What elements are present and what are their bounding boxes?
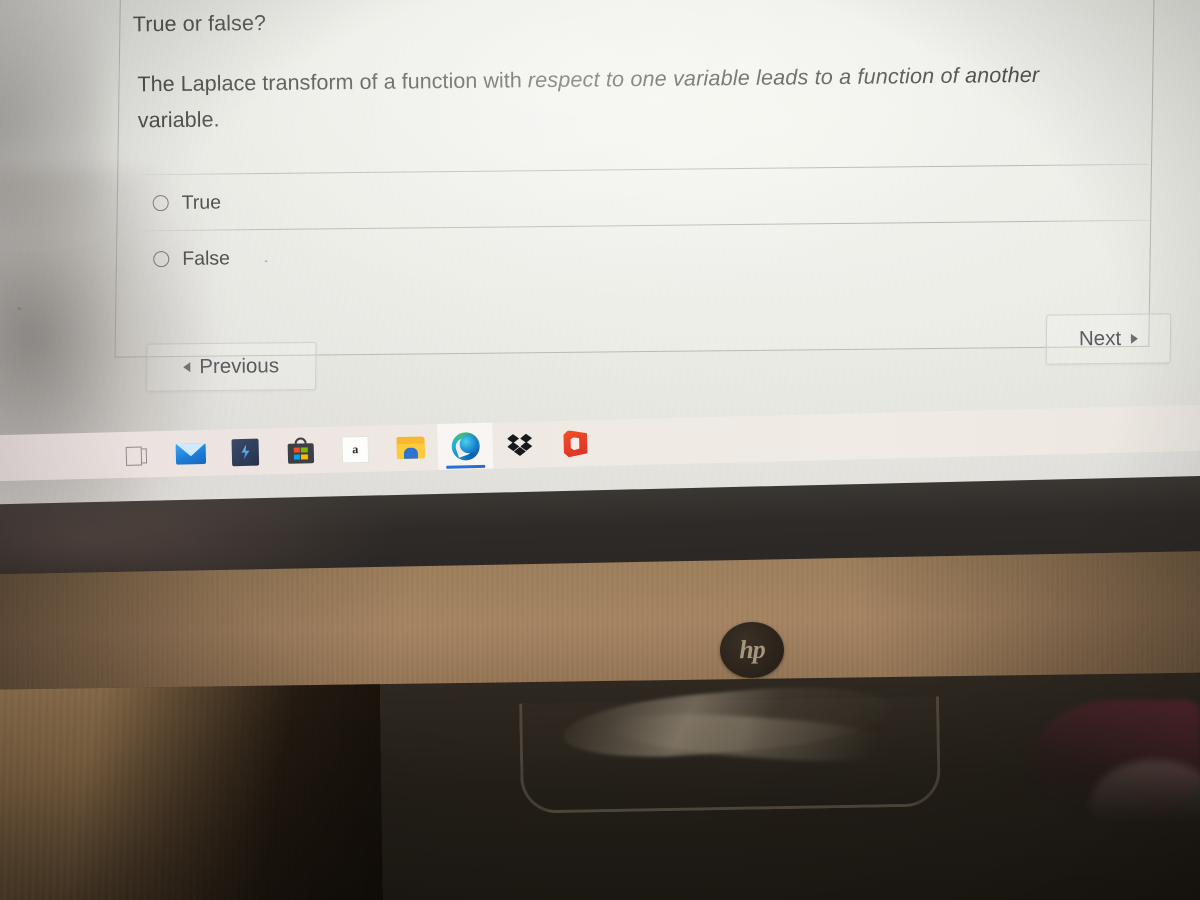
- task-view-icon[interactable]: [125, 446, 145, 464]
- screen-smudge-corner: [0, 0, 105, 232]
- monitor-screen: True or false? The Laplace transform of …: [0, 0, 1200, 592]
- triangle-left-icon: [183, 362, 191, 373]
- mail-icon[interactable]: [175, 442, 206, 465]
- wooden-panel: [0, 684, 384, 900]
- next-button[interactable]: Next: [1045, 313, 1172, 365]
- next-button-label: Next: [1079, 326, 1122, 351]
- option-label-true: True: [181, 190, 222, 214]
- taskbar-item-microsoft-edge[interactable]: [437, 422, 494, 471]
- taskbar-item-blue-app[interactable]: [217, 428, 273, 475]
- statement-part-2: respect to one variable leads to a funct…: [527, 62, 1040, 93]
- photo-of-monitor: True or false? The Laplace transform of …: [0, 0, 1200, 900]
- dust-speck: [17, 307, 22, 311]
- question-card: True or false? The Laplace transform of …: [114, 0, 1155, 358]
- option-separator-middle: [140, 219, 1149, 232]
- previous-button[interactable]: Previous: [146, 341, 317, 392]
- taskbar-item-task-view[interactable]: [107, 431, 163, 478]
- radio-false[interactable]: [153, 251, 170, 268]
- hp-logo-text: hp: [738, 634, 766, 665]
- option-row-false[interactable]: False: [153, 241, 230, 276]
- taskbar-item-file-explorer[interactable]: [382, 424, 438, 471]
- microsoft-edge-icon[interactable]: [450, 431, 480, 461]
- statement-part-1: The Laplace transform of a function with: [137, 68, 528, 97]
- microsoft-office-icon[interactable]: [563, 430, 588, 458]
- statement-part-3: variable.: [137, 107, 220, 133]
- taskbar-item-microsoft-store[interactable]: [272, 427, 328, 474]
- dropbox-icon[interactable]: [507, 433, 534, 458]
- taskbar-item-amazon[interactable]: a: [327, 425, 383, 472]
- previous-button-label: Previous: [199, 354, 280, 379]
- file-explorer-icon[interactable]: [395, 436, 425, 460]
- taskbar-item-dropbox[interactable]: [492, 421, 548, 468]
- taskbar-item-microsoft-office[interactable]: [547, 420, 603, 467]
- taskbar-item-mail[interactable]: [162, 430, 218, 477]
- question-statement: The Laplace transform of a function with…: [137, 56, 1138, 138]
- triangle-right-icon: [1130, 333, 1138, 344]
- browser-page-content: True or false? The Laplace transform of …: [110, 0, 1200, 450]
- question-prompt-label: True or false?: [132, 10, 267, 37]
- monitor-stand: [519, 677, 941, 814]
- option-label-false: False: [182, 246, 231, 270]
- microsoft-store-icon[interactable]: [287, 437, 314, 464]
- radio-true[interactable]: [152, 195, 169, 212]
- option-row-true[interactable]: True: [152, 185, 222, 220]
- option-separator-top: [140, 163, 1149, 176]
- amazon-icon[interactable]: a: [341, 435, 370, 463]
- dust-speck: [264, 260, 268, 263]
- blue-app-icon[interactable]: [231, 438, 260, 466]
